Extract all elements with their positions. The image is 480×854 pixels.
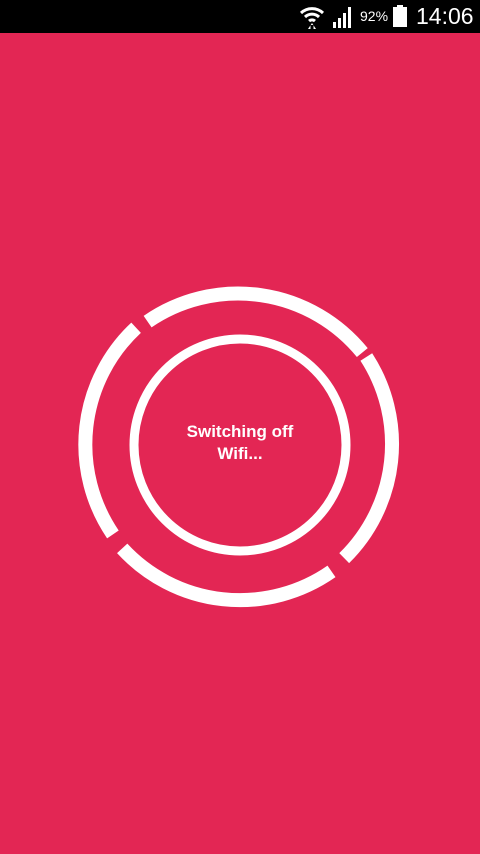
status-message: Switching off Wifi...: [140, 421, 340, 465]
status-message-line2: Wifi...: [217, 444, 263, 463]
clock: 14:06: [416, 3, 474, 29]
status-bar: 92% 14:06: [0, 0, 480, 33]
wifi-icon: [299, 7, 325, 29]
outer-ring-arc-left: [78, 322, 141, 539]
battery-icon: [393, 5, 407, 27]
outer-ring-arc-right: [339, 353, 400, 564]
status-message-line1: Switching off: [186, 422, 294, 441]
main-screen: Switching off Wifi...: [0, 33, 480, 854]
battery-percent: 92%: [360, 8, 389, 24]
outer-ring-arc-bottom: [117, 543, 336, 608]
signal-icon: [333, 7, 351, 28]
